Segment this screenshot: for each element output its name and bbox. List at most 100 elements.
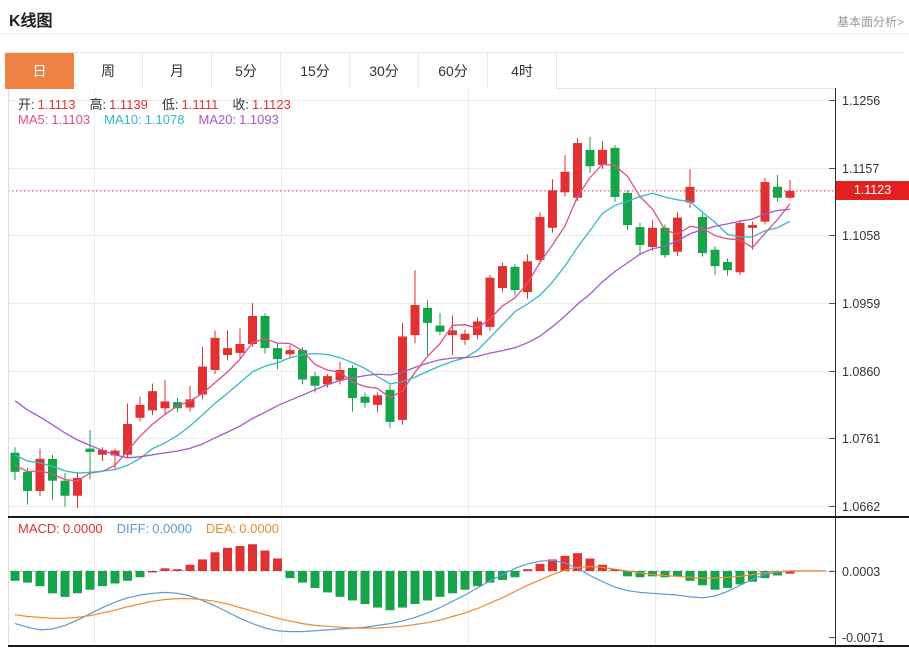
- tab-5分[interactable]: 5分: [212, 53, 281, 89]
- macd-hist-bar: [23, 571, 32, 583]
- dea-label: DEA:: [205, 521, 237, 536]
- macd-hist-bar: [223, 547, 232, 571]
- macd-axis-label: -0.0071: [842, 631, 884, 645]
- candle-body: [510, 266, 520, 291]
- candle-body: [435, 325, 445, 332]
- candle-body: [610, 147, 620, 198]
- price-axis-label: 1.1058: [842, 229, 880, 243]
- candle-body: [148, 391, 157, 411]
- macd-axis-label: 0.0003: [842, 565, 880, 579]
- macd-hist-bar: [723, 571, 732, 588]
- macd-hist-bar: [373, 571, 382, 608]
- macd-hist-bar: [423, 571, 432, 601]
- macd-hist-bar: [410, 571, 420, 604]
- candle-body: [273, 348, 282, 360]
- low-value: 1.1111: [181, 97, 219, 112]
- candle-body: [23, 471, 32, 491]
- macd-hist-bar: [173, 569, 182, 571]
- macd-hist-bar: [685, 571, 695, 581]
- macd-hist-bar: [348, 571, 357, 601]
- macd-hist-bar: [110, 571, 120, 584]
- candle-body: [535, 216, 545, 260]
- candle-body: [710, 249, 720, 267]
- macd-hist-bar: [398, 571, 407, 608]
- diff-label: DIFF:: [116, 521, 150, 536]
- macd-hist-bar: [298, 571, 307, 583]
- macd-hist-bar: [360, 571, 370, 604]
- open-label: 开:: [18, 97, 35, 112]
- candle-body: [285, 350, 295, 355]
- macd-hist-bar: [535, 563, 545, 571]
- candle-body: [460, 333, 470, 340]
- macd-hist-bar: [335, 571, 345, 597]
- header-divider: [0, 33, 909, 34]
- macd-hist-bar: [73, 571, 82, 594]
- macd-hist-bar: [148, 571, 157, 573]
- macd-hist-bar: [585, 558, 595, 571]
- candle-body: [698, 216, 707, 254]
- macd-hist-bar: [10, 571, 20, 581]
- tab-4时[interactable]: 4时: [488, 53, 557, 89]
- price-axis-label: 1.0662: [842, 500, 880, 514]
- tab-月[interactable]: 月: [143, 53, 212, 89]
- candle-body: [735, 223, 745, 273]
- macd-hist-bar: [48, 571, 57, 594]
- diff-value: 0.0000: [152, 521, 192, 536]
- fundamental-analysis-link[interactable]: 基本面分析>: [837, 13, 904, 30]
- tab-周[interactable]: 周: [74, 53, 143, 89]
- candle-body: [60, 480, 70, 496]
- macd-hist-bar: [523, 569, 532, 571]
- ma20-value: 1.1093: [239, 112, 279, 127]
- dea-value: 0.0000: [239, 521, 280, 536]
- macd-hist-bar: [498, 571, 507, 580]
- candle-body: [248, 315, 257, 345]
- current-price-tag: 1.1123: [836, 181, 909, 201]
- candle-body: [598, 149, 607, 165]
- high-label: 高:: [89, 97, 107, 112]
- macd-hist-bar: [260, 550, 270, 571]
- tab-30分[interactable]: 30分: [350, 53, 419, 89]
- macd-hist-bar: [323, 571, 332, 593]
- macd-hist-bar: [35, 571, 45, 587]
- close-label: 收:: [232, 97, 250, 112]
- macd-hist-bar: [448, 571, 457, 594]
- macd-hist-bar: [210, 552, 220, 571]
- price-axis-label: 1.0959: [842, 297, 880, 311]
- macd-hist-bar: [273, 558, 282, 571]
- ma5-label: MA5:: [18, 112, 49, 127]
- candle-body: [648, 227, 657, 247]
- macd-hist-bar: [235, 546, 245, 571]
- macd-hist-bar: [673, 571, 682, 577]
- macd-hist-bar: [473, 571, 482, 587]
- candle-body: [573, 143, 582, 198]
- candle-body: [773, 186, 782, 198]
- candle-body: [685, 186, 695, 203]
- candle-body: [660, 227, 670, 256]
- macd-legend: MACD: 0.0000 DIFF: 0.0000 DEA: 0.0000: [18, 521, 293, 536]
- ma20-label: MA20:: [198, 112, 237, 127]
- macd-hist-bar: [310, 571, 320, 588]
- macd-hist-bar: [135, 571, 145, 578]
- candle-body: [423, 307, 432, 323]
- candle-body: [85, 448, 95, 453]
- candle-body: [410, 305, 420, 336]
- candle-body: [623, 192, 632, 226]
- candle-body: [135, 404, 145, 418]
- close-value: 1.1123: [252, 97, 291, 112]
- ma5-value: 1.1103: [51, 112, 91, 127]
- price-axis-label: 1.1256: [842, 94, 880, 108]
- candle-body: [560, 171, 570, 193]
- macd-hist-bar: [460, 571, 470, 590]
- tab-15分[interactable]: 15分: [281, 53, 350, 89]
- candle-body: [498, 266, 507, 288]
- candle-body: [373, 395, 382, 405]
- tab-日[interactable]: 日: [5, 53, 74, 89]
- low-label: 低:: [161, 97, 179, 112]
- page-title: K线图: [9, 13, 53, 30]
- macd-hist-bar: [510, 571, 520, 578]
- tab-60分[interactable]: 60分: [419, 53, 488, 89]
- candle-body: [635, 227, 645, 245]
- candle-body: [785, 190, 795, 198]
- macd-value: 0.0000: [62, 521, 103, 536]
- candle-body: [235, 344, 245, 353]
